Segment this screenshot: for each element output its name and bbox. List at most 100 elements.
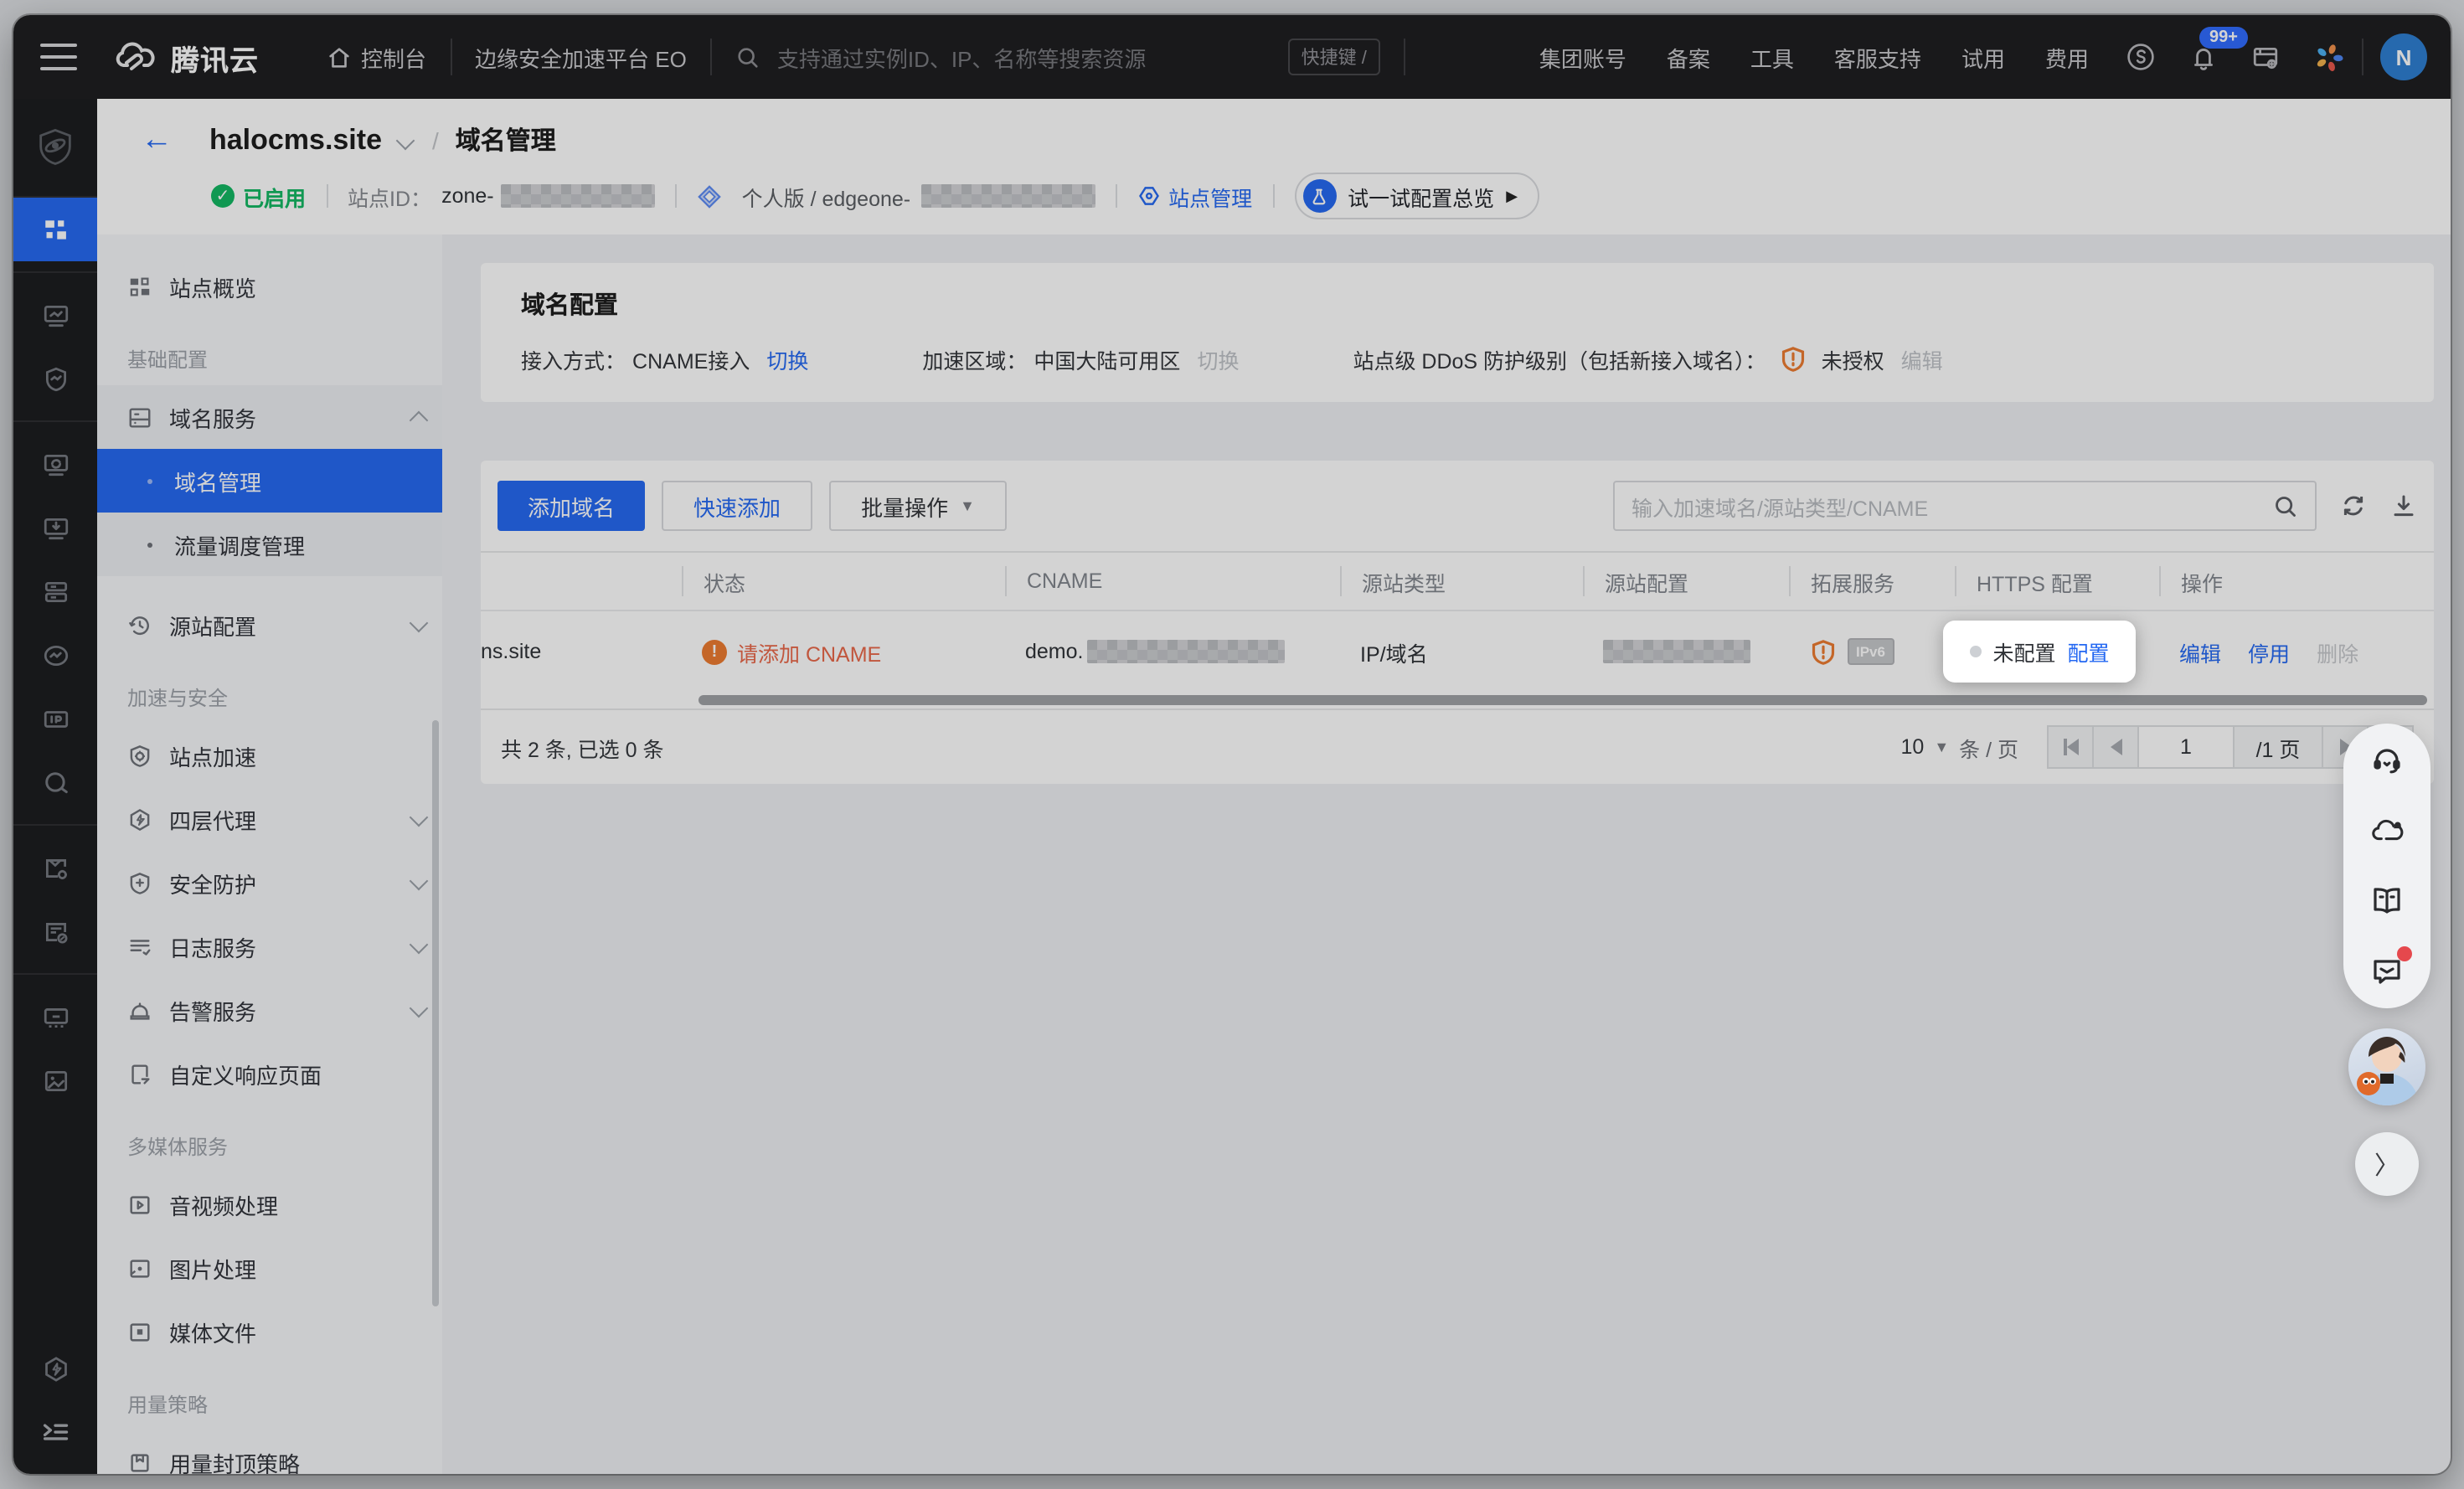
currency-icon[interactable] [2109,42,2173,72]
cell-origin-type: IP/域名 [1360,642,1428,666]
cell-status: ! 请添加 CNAME [682,636,1005,667]
prev-page-button[interactable] [2092,725,2139,769]
rail-item-overview[interactable] [13,198,97,261]
sidebar-section-usage: 用量策略 [127,1394,209,1417]
rail-item-monitor-download[interactable] [13,496,97,559]
site-switcher-chevron-icon[interactable] [395,130,415,150]
sidebar-item-av-processing[interactable]: 音视频处理 [97,1172,442,1236]
page-total: /1 页 [2233,725,2323,769]
pinwheel-apps-icon[interactable] [2296,41,2362,73]
nav-link-billing[interactable]: 费用 [2025,41,2109,73]
horizontal-scrollbar[interactable] [481,692,2434,708]
back-arrow-button[interactable]: ← [141,124,173,156]
rail-item-image[interactable] [13,1048,97,1112]
sidebar-nav: 站点概览 基础配置 域名服务 域名管理 流量调度管理 源站配置 加速与安全 站点… [97,234,442,1474]
rail-item-monitor-sync[interactable] [13,432,97,496]
tencent-cloud-logo-icon [114,40,157,74]
access-switch-link[interactable]: 切换 [766,343,808,375]
expand-chevron-button[interactable]: 〉 [2355,1132,2419,1196]
rail-collapse-icon[interactable] [13,1400,97,1464]
site-admin-link[interactable]: 站点管理 [1137,180,1252,212]
search-icon[interactable] [2273,493,2298,518]
sidebar-item-domain-management[interactable]: 域名管理 [97,449,442,513]
docs-book-icon[interactable] [2370,884,2404,918]
divider [13,973,97,975]
table-search-input[interactable]: 输入加速域名/源站类型/CNAME [1613,481,2317,531]
refresh-icon[interactable] [2340,492,2367,519]
assistant-avatar[interactable] [2348,1028,2425,1105]
nav-console[interactable]: 控制台 [302,15,450,99]
sidebar-item-usage-cap[interactable]: 用量封顶策略 [97,1430,442,1474]
tour-overview-button[interactable]: 试一试配置总览 ▶ [1294,173,1540,219]
rail-item-pulse-circle[interactable] [13,623,97,687]
domain-table-card: 添加域名 快速添加 批量操作 ▼ 输入加速域名/源站类型/CNAME 状态 CN… [481,461,2434,784]
download-icon[interactable] [2390,492,2417,519]
page-size-unit: 条 / 页 [1959,738,2018,761]
floating-helper-bar: 〉 [2343,724,2430,1196]
nav-link-support[interactable]: 客服支持 [1814,41,1941,73]
page-number-input[interactable]: 1 [2137,725,2235,769]
sidebar-item-custom-response[interactable]: 自定义响应页面 [97,1042,442,1105]
https-configure-link[interactable]: 配置 [2068,636,2110,667]
rail-bottom-group [13,1337,97,1464]
quick-add-button[interactable]: 快速添加 [662,481,813,531]
nav-link-icp[interactable]: 备案 [1647,41,1730,73]
ipv6-tag: IPv6 [1848,638,1894,665]
scrollbar-thumb[interactable] [698,695,2427,705]
page-size-select[interactable]: 10 ▼ 条 / 页 [1901,731,2019,763]
brand-logo[interactable]: 腾讯云 [114,36,259,78]
chevron-down-icon [409,997,429,1018]
sidebar-item-site-overview[interactable]: 站点概览 [97,255,442,318]
site-name[interactable]: halocms.site [209,123,382,157]
add-domain-button[interactable]: 添加域名 [497,481,646,531]
site-header: ← halocms.site / 域名管理 ✓ 已启用 站点ID： zone- [97,99,2451,234]
delete-link[interactable]: 删除 [2317,636,2358,667]
rail-item-hexagon-flash[interactable] [13,1337,97,1400]
edit-link[interactable]: 编辑 [2179,636,2221,667]
edgeone-logo-icon[interactable] [13,99,97,198]
notifications-bell-icon[interactable]: 99+ [2173,26,2248,71]
user-avatar[interactable]: N [2380,33,2427,80]
global-search[interactable]: 支持通过实例ID、IP、名称等搜索资源 快捷键 / [712,39,1404,75]
rail-item-ip[interactable] [13,687,97,750]
table-row: ns.site ! 请添加 CNAME demo. IP/域名 IPv6 未配置… [481,610,2434,692]
notification-dot [2397,946,2412,961]
sidebar-item-image-processing[interactable]: 图片处理 [97,1236,442,1300]
sidebar-item-media-files[interactable]: 媒体文件 [97,1300,442,1363]
sidebar-item-traffic-scheduling[interactable]: 流量调度管理 [97,513,442,576]
first-page-button[interactable] [2047,725,2094,769]
rail-item-page-speed[interactable] [13,899,97,963]
rail-item-terminal-monitor[interactable] [13,985,97,1048]
region-switch-link[interactable]: 切换 [1197,343,1239,375]
rail-item-search[interactable] [13,750,97,814]
rail-item-page-gear[interactable] [13,836,97,899]
hamburger-menu-icon[interactable] [40,44,77,70]
sidebar-item-alarm-service[interactable]: 告警服务 [97,978,442,1042]
sidebar-item-l4-proxy[interactable]: 四层代理 [97,787,442,851]
bullet-icon [147,478,152,483]
brand-name: 腾讯云 [171,44,259,76]
divider [1403,39,1405,75]
sidebar-item-log-service[interactable]: 日志服务 [97,915,442,978]
rail-item-shield-monitor[interactable] [13,347,97,410]
sidebar-item-domain-service[interactable]: 域名服务 [97,385,442,449]
site-admin-icon [1137,184,1160,208]
batch-actions-button[interactable]: 批量操作 ▼ [829,481,1007,531]
headset-support-icon[interactable] [2370,744,2404,777]
disable-link[interactable]: 停用 [2248,636,2290,667]
sidebar-scrollbar[interactable] [432,720,439,1306]
nav-link-tools[interactable]: 工具 [1730,41,1814,73]
sidebar-item-security-protection[interactable]: 安全防护 [97,851,442,915]
sidebar-item-origin-config[interactable]: 源站配置 [97,593,442,657]
feedback-chat-icon[interactable] [2370,946,2412,988]
nav-product-title[interactable]: 边缘安全加速平台 EO [451,15,710,99]
sidebar-item-site-acceleration[interactable]: 站点加速 [97,724,442,787]
rail-item-server[interactable] [13,559,97,623]
nav-link-group-account[interactable]: 集团账号 [1519,41,1647,73]
cloud-alert-icon[interactable] [2369,814,2405,848]
ddos-edit-link[interactable]: 编辑 [1901,343,1943,375]
nav-link-trial[interactable]: 试用 [1941,41,2025,73]
console-settings-icon[interactable] [2235,43,2296,71]
rail-item-monitor-chart[interactable] [13,283,97,347]
nav-product-label: 边缘安全加速平台 EO [475,46,687,71]
